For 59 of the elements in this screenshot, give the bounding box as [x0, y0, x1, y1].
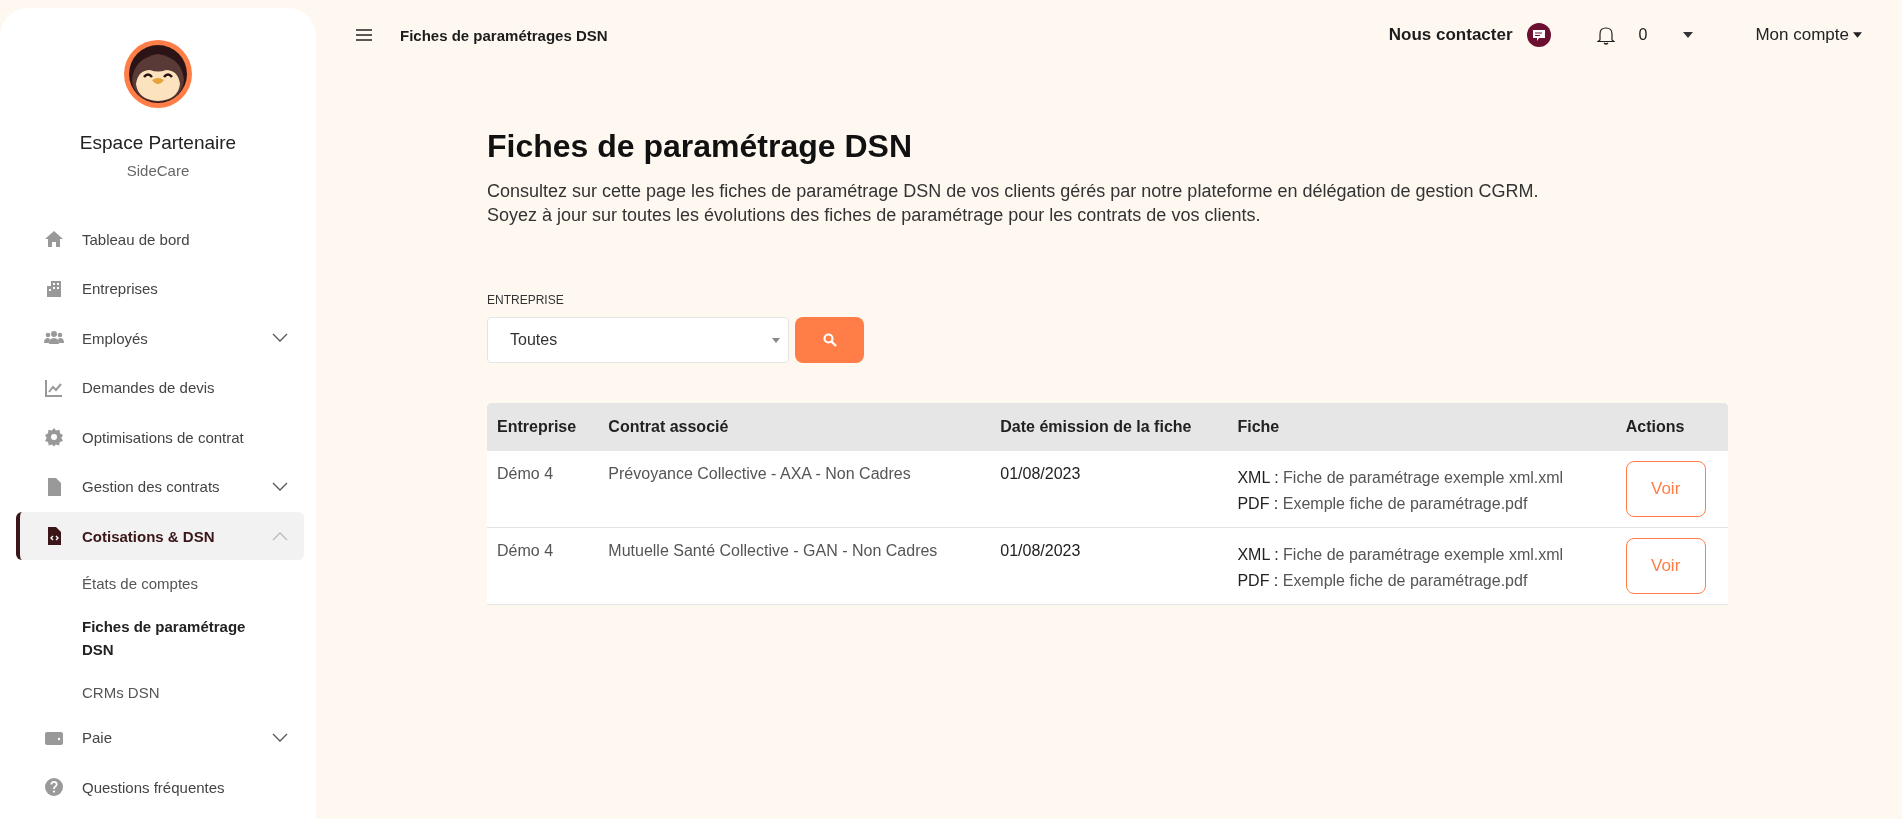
gear-icon — [44, 427, 64, 447]
chat-icon[interactable] — [1526, 23, 1551, 47]
file-link[interactable]: Exemple fiche de paramétrage.pdf — [1282, 572, 1528, 589]
table-cell: 01/08/2023 — [990, 451, 1228, 528]
caret-icon — [1853, 32, 1862, 38]
file-link[interactable]: Fiche de paramétrage exemple xml.xml — [1283, 546, 1564, 563]
page-description: Consultez sur cette page les fiches de paramétrage DSN de vos clients gérés par notre plateforme en délégation de gestion CGRM. — [487, 180, 1540, 203]
chart-icon — [44, 377, 64, 398]
page-breadcrumb: Fiches de paramétrages DSN — [400, 26, 608, 44]
column-header: Fiche — [1227, 403, 1616, 451]
caret-icon[interactable] — [1683, 32, 1694, 38]
caret-icon — [772, 337, 780, 343]
page-title: Fiches de paramétrage DSN — [487, 128, 914, 165]
bell-icon[interactable] — [1596, 25, 1615, 45]
column-header: Actions — [1615, 403, 1728, 451]
nav-item[interactable]: Entreprises — [16, 264, 304, 313]
file-link[interactable]: Fiche de paramétrage exemple xml.xml — [1283, 469, 1564, 486]
table-cell: Démo 4 — [487, 527, 599, 605]
table-cell: 01/08/2023 — [990, 527, 1228, 605]
contact-link[interactable]: Nous contacter — [1388, 25, 1513, 45]
column-header: Contrat associé — [598, 403, 991, 451]
search-icon — [822, 333, 837, 347]
chevron-up-icon — [272, 531, 288, 541]
submenu-item[interactable]: Fiches de paramétrage DSN — [16, 604, 262, 671]
nav-item[interactable]: Demandes de devis — [16, 363, 304, 412]
chevron-down-icon — [272, 732, 288, 743]
nav-item[interactable]: Tableau de bord — [16, 215, 304, 263]
menu-icon[interactable] — [356, 29, 372, 41]
file-type-label: PDF : — [1237, 572, 1279, 589]
nav-item[interactable]: Cotisations & DSN — [16, 512, 304, 560]
submenu-item[interactable]: États de comptes — [16, 561, 262, 605]
table-cell: Mutuelle Santé Collective - GAN - Non Cadres — [598, 527, 991, 605]
filter-label: ENTREPRISE — [487, 293, 565, 307]
nav-item[interactable]: Questions fréquentes — [16, 763, 304, 811]
nav-item[interactable]: Employés — [16, 314, 304, 362]
submenu-item[interactable]: CRMs DSN — [16, 670, 262, 714]
nav-item[interactable]: Paie — [16, 713, 304, 762]
column-header: Date émission de la fiche — [990, 403, 1228, 451]
nav-item[interactable]: Gestion des contrats — [16, 462, 304, 511]
column-header: Entreprise — [487, 403, 599, 451]
table-cell: Prévoyance Collective - AXA - Non Cadres — [598, 451, 991, 528]
notification-count: 0 — [1638, 26, 1648, 44]
chevron-down-icon — [272, 333, 288, 343]
page-description: Soyez à jour sur toutes les évolutions des fiches de paramétrage pour les contrats de vos clients. — [487, 204, 1262, 227]
file-type-label: XML : — [1237, 469, 1279, 486]
company-select[interactable]: Toutes — [487, 317, 789, 363]
home-icon — [44, 229, 64, 249]
file-type-label: XML : — [1237, 546, 1279, 563]
brand-subtitle: SideCare — [126, 162, 190, 179]
account-menu[interactable]: Mon compte — [1755, 25, 1862, 45]
nav-item[interactable]: Optimisations de contrat — [16, 413, 304, 461]
question-icon — [44, 777, 64, 797]
penguin-logo-icon — [124, 40, 192, 108]
file-link[interactable]: Exemple fiche de paramétrage.pdf — [1282, 495, 1528, 512]
brand-title: Espace Partenaire — [79, 132, 237, 154]
building-icon — [44, 278, 64, 299]
chevron-down-icon — [272, 481, 288, 492]
file-type-label: PDF : — [1237, 495, 1279, 512]
table-cell: Démo 4 — [487, 451, 599, 528]
